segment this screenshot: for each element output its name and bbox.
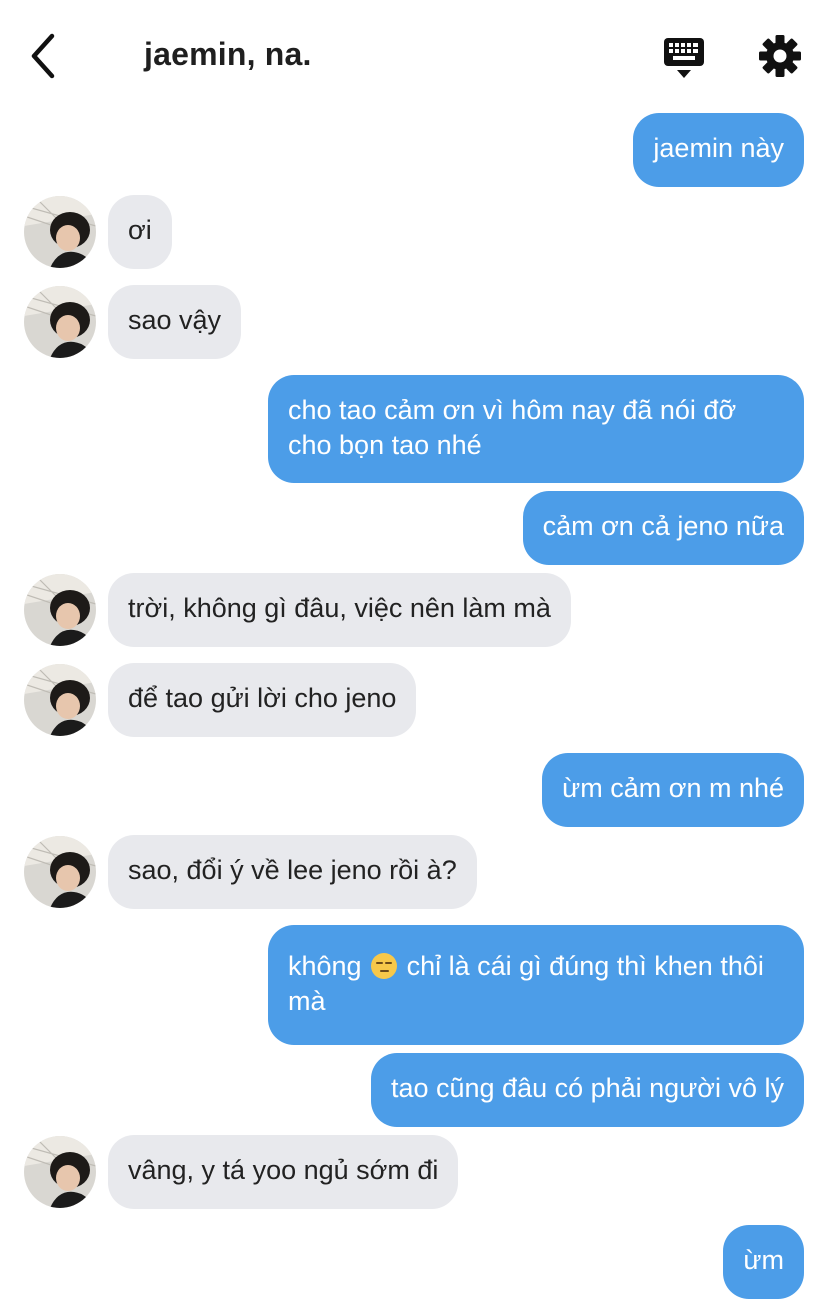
back-button[interactable] (22, 30, 66, 82)
incoming-message[interactable]: để tao gửi lời cho jeno (108, 663, 417, 737)
message-text-before-emoji: không (288, 951, 362, 981)
outgoing-message[interactable]: cho tao cảm ơn vì hôm nay đã nói đỡ cho … (268, 375, 804, 483)
settings-button[interactable] (756, 32, 804, 80)
avatar[interactable] (24, 836, 96, 908)
avatar-photo (24, 836, 96, 908)
avatar[interactable] (24, 196, 96, 268)
avatar-photo (24, 1136, 96, 1208)
avatar-photo (24, 574, 96, 646)
avatar[interactable] (24, 664, 96, 736)
message-text: vâng, y tá yoo ngủ sớm đi (128, 1155, 439, 1185)
chat-title: jaemin, na. (144, 36, 312, 72)
message-text: ơi (128, 215, 152, 245)
avatar[interactable] (24, 574, 96, 646)
outgoing-message[interactable]: cảm ơn cả jeno nữa (522, 491, 804, 565)
avatar-photo (24, 196, 96, 268)
avatar[interactable] (24, 1136, 96, 1208)
message-text: sao, đổi ý về lee jeno rồi à? (128, 855, 457, 885)
message-text: cảm ơn cả jeno nữa (542, 511, 784, 541)
message-text: để tao gửi lời cho jeno (128, 683, 397, 713)
outgoing-message[interactable]: không chỉ là cái gì đúng thì khen thôi m… (268, 925, 804, 1045)
message-text: ừm (743, 1245, 784, 1275)
message-text: tao cũng đâu có phải người vô lý (390, 1073, 784, 1103)
avatar-photo (24, 664, 96, 736)
avatar-photo (24, 286, 96, 358)
message-text: jaemin này (653, 133, 784, 163)
message-text: sao vậy (128, 305, 222, 335)
keyboard-button[interactable] (660, 34, 708, 82)
message-text: trời, không gì đâu, việc nên làm mà (128, 593, 551, 623)
message-text: ừm cảm ơn m nhé (562, 773, 784, 803)
incoming-message[interactable]: ơi (108, 195, 172, 269)
outgoing-message[interactable]: ừm (723, 1225, 804, 1299)
outgoing-message[interactable]: jaemin này (633, 113, 804, 187)
gear-icon (759, 35, 801, 77)
avatar[interactable] (24, 286, 96, 358)
incoming-message[interactable]: sao vậy (108, 285, 242, 359)
chevron-left-icon (31, 33, 55, 79)
incoming-message[interactable]: vâng, y tá yoo ngủ sớm đi (108, 1135, 459, 1209)
incoming-message[interactable]: sao, đổi ý về lee jeno rồi à? (108, 835, 477, 909)
chat-header: jaemin, na. (0, 0, 828, 110)
unamused-face-emoji (371, 953, 398, 979)
outgoing-message[interactable]: ừm cảm ơn m nhé (542, 753, 804, 827)
incoming-message[interactable]: trời, không gì đâu, việc nên làm mà (108, 573, 571, 647)
outgoing-message[interactable]: tao cũng đâu có phải người vô lý (370, 1053, 804, 1127)
message-text: cho tao cảm ơn vì hôm nay đã nói đỡ cho … (288, 395, 737, 460)
keyboard-icon (664, 38, 704, 78)
